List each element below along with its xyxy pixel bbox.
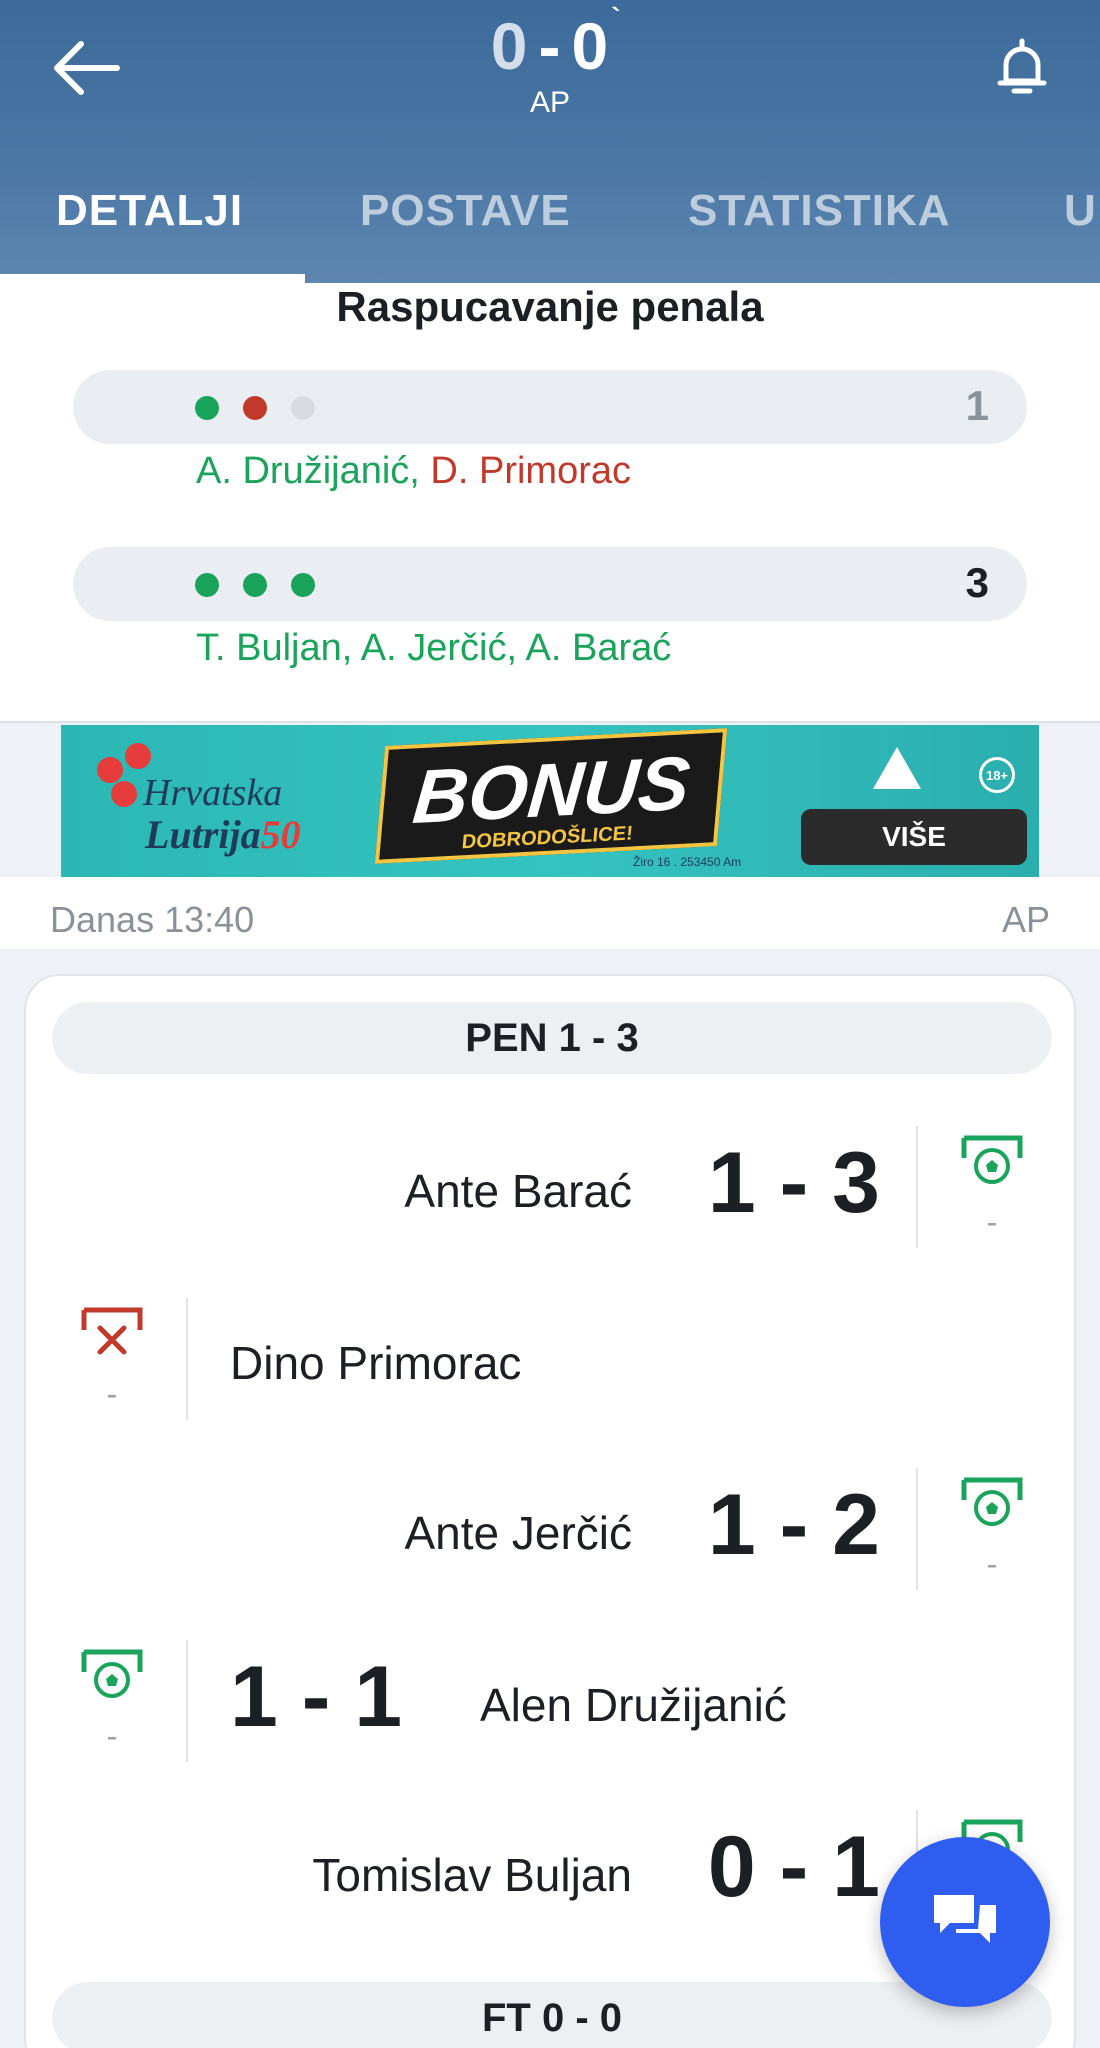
event-divider (916, 1126, 918, 1248)
home-penalty-takers: A. Družijanić, D. Primorac (196, 450, 631, 492)
tab-statistika[interactable]: STATISTIKA (688, 186, 951, 236)
ad-legal-text: Žiro 16 . 253450 Am (633, 855, 742, 869)
event-player: Dino Primorac (230, 1337, 522, 1389)
chat-button[interactable] (880, 1837, 1050, 2007)
penalty-scored-icon (961, 1477, 1023, 1526)
event-row[interactable]: - 1 - 1 Alen Družijanić (26, 1634, 1078, 1764)
penalty-summary: Raspucavanje penala 1 A. Družijanić, D. … (0, 283, 1100, 723)
away-penalty-takers: T. Buljan, A. Jerčić, A. Barać (196, 627, 672, 669)
event-divider (916, 1468, 918, 1590)
chat-icon (934, 1895, 996, 1943)
away-score: 0 (571, 9, 610, 83)
event-row[interactable]: Ante Jerčić 1 - 2 - (26, 1462, 1078, 1592)
event-minute: - (106, 1718, 118, 1754)
event-player: Tomislav Buljan (312, 1849, 632, 1901)
score-tick: ` (611, 2, 622, 33)
away-penalty-dots (195, 573, 315, 597)
ad-brand-name: Lutrija (145, 812, 261, 857)
match-meta-row: Danas 13:40 AP (0, 877, 1100, 949)
event-row[interactable]: - Dino Primorac (26, 1292, 1078, 1422)
penalty-missed-icon (81, 1307, 143, 1355)
event-row[interactable]: Ante Barać 1 - 3 - (26, 1120, 1078, 1250)
home-penalty-dots (195, 396, 315, 420)
penalty-dot-scored (291, 573, 315, 597)
event-score: 1 - 3 (707, 1135, 880, 1231)
away-penalty-count: 3 (965, 559, 989, 606)
penalty-dot-empty (291, 396, 315, 420)
penalty-dot-scored (195, 573, 219, 597)
ft-section-header: FT 0 - 0 (52, 1982, 1052, 2048)
event-minute: - (986, 1204, 998, 1240)
home-penalty-bar: 1 (73, 370, 1027, 444)
penalty-taker[interactable]: A. Družijanić (196, 450, 409, 492)
match-time: Danas 13:40 (50, 899, 255, 940)
ad-brand-line1: Hrvatska (143, 772, 283, 814)
penalty-taker[interactable]: A. Jerčić (361, 627, 507, 669)
pen-section-header: PEN 1 - 3 (52, 1002, 1052, 1074)
penalty-dot-scored (243, 573, 267, 597)
penalty-dot-scored (195, 396, 219, 420)
event-minute: - (986, 1546, 998, 1582)
age-limit-badge: 18+ (979, 757, 1015, 793)
ad-brand-line2: Lutrija50 (145, 811, 301, 858)
bell-icon (997, 38, 1047, 94)
event-score: 1 - 2 (707, 1477, 880, 1573)
score-separator: - (538, 9, 562, 83)
penalty-scored-icon (961, 1135, 1023, 1184)
event-player: Alen Družijanić (480, 1679, 787, 1731)
penalty-taker[interactable]: A. Barać (526, 627, 672, 669)
tab-bar: DETALJI POSTAVE STATISTIKA U (0, 168, 1100, 283)
warning-triangle-icon (873, 747, 921, 789)
tab-detalji[interactable]: DETALJI (56, 186, 243, 236)
ad-banner[interactable]: Hrvatska Lutrija50 BONUS DOBRODOŠLICE! Ž… (61, 725, 1039, 877)
match-score: 0-0 ` (0, 2, 1100, 84)
match-header: 0-0 ` AP DETALJI POSTAVE STATISTIKA U (0, 0, 1100, 283)
event-player: Ante Barać (404, 1165, 632, 1217)
event-score: 0 - 1 (707, 1819, 880, 1915)
tab-more[interactable]: U (1064, 186, 1097, 236)
tab-postave[interactable]: POSTAVE (360, 186, 571, 236)
match-meta-status: AP (1001, 899, 1050, 940)
penalty-taker[interactable]: T. Buljan (196, 627, 342, 669)
active-tab-indicator (0, 274, 305, 283)
match-status: AP (529, 86, 571, 119)
notifications-button[interactable] (984, 30, 1060, 106)
event-player: Ante Jerčić (404, 1507, 632, 1559)
ad-brand-fifty: 50 (260, 812, 301, 857)
event-divider (186, 1298, 188, 1420)
event-minute: - (106, 1376, 118, 1412)
home-score: 0 (490, 9, 529, 83)
event-divider (186, 1640, 188, 1762)
away-penalty-bar: 3 (73, 547, 1027, 621)
home-penalty-count: 1 (965, 382, 989, 429)
ad-more-button[interactable]: VIŠE (801, 809, 1027, 865)
ad-bonus-box: BONUS DOBRODOŠLICE! (374, 728, 728, 864)
penalty-summary-title: Raspucavanje penala (336, 283, 764, 330)
penalty-dot-missed (243, 396, 267, 420)
penalty-scored-icon (81, 1649, 143, 1698)
event-score: 1 - 1 (230, 1649, 403, 1745)
penalty-taker[interactable]: D. Primorac (430, 450, 631, 492)
